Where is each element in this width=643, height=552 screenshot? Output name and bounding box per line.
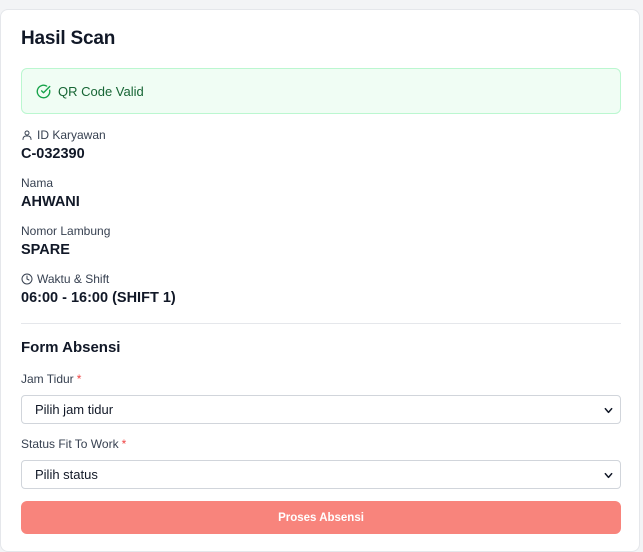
jam-tidur-selected: Pilih jam tidur	[35, 402, 114, 417]
nomor-lambung-label-text: Nomor Lambung	[21, 224, 111, 238]
status-ftw-select[interactable]: Pilih status	[21, 460, 621, 489]
id-karyawan-label-text: ID Karyawan	[37, 128, 106, 142]
status-ftw-label: Status Fit To Work *	[21, 437, 126, 451]
chevron-down-icon	[604, 472, 613, 479]
id-karyawan-label: ID Karyawan	[21, 128, 106, 142]
valid-alert: QR Code Valid	[21, 68, 621, 114]
jam-tidur-label-text: Jam Tidur	[21, 372, 74, 386]
page-title: Hasil Scan	[21, 28, 116, 49]
nomor-lambung-value: SPARE	[21, 242, 70, 258]
nomor-lambung-label: Nomor Lambung	[21, 224, 110, 238]
chevron-down-icon	[604, 407, 613, 414]
nama-value: AHWANI	[21, 194, 80, 210]
alert-text: QR Code Valid	[58, 83, 144, 99]
waktu-shift-label-text: Waktu & Shift	[37, 272, 110, 286]
scan-result-card: Hasil Scan QR Code Valid ID Karyawan C-0…	[0, 9, 640, 552]
divider	[21, 323, 621, 324]
nama-label: Nama	[21, 176, 53, 190]
user-icon	[22, 130, 32, 140]
status-ftw-selected: Pilih status	[35, 467, 98, 482]
form-title: Form Absensi	[21, 339, 121, 356]
jam-tidur-label: Jam Tidur *	[21, 372, 81, 386]
clock-icon	[21, 273, 33, 285]
jam-tidur-select[interactable]: Pilih jam tidur	[21, 395, 621, 424]
required-mark: *	[76, 372, 82, 386]
waktu-shift-label: Waktu & Shift	[21, 272, 109, 286]
nama-label-text: Nama	[21, 176, 54, 190]
waktu-shift-value: 06:00 - 16:00 (SHIFT 1)	[21, 290, 176, 306]
id-karyawan-value: C-032390	[21, 146, 85, 162]
proses-absensi-button[interactable]: Proses Absensi	[21, 501, 621, 534]
required-mark: *	[121, 437, 127, 451]
status-ftw-label-text: Status Fit To Work	[21, 437, 119, 451]
check-circle-icon	[36, 84, 51, 98]
